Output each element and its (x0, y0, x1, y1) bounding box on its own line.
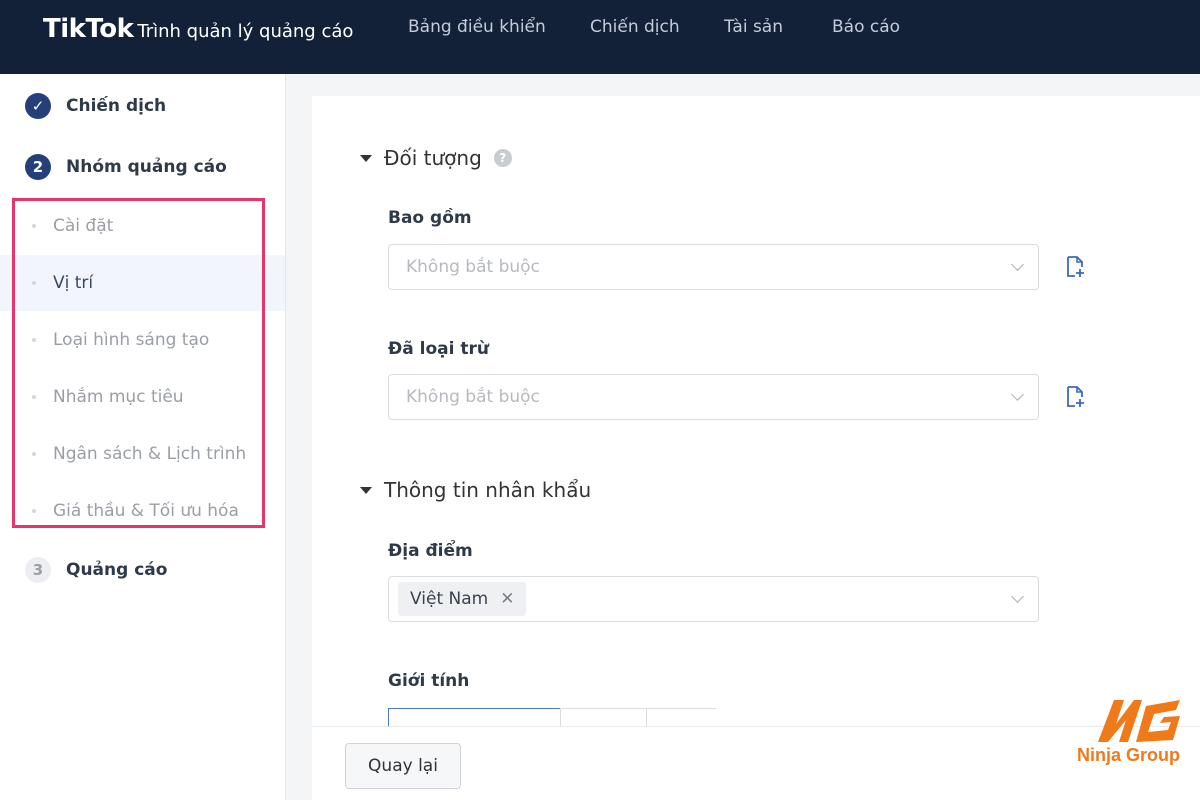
nav-dashboard[interactable]: Bảng điều khiển (408, 17, 546, 37)
demographics-section-header[interactable]: Thông tin nhân khẩu (360, 478, 591, 502)
form-footer: Quay lại (312, 726, 1200, 800)
add-file-icon[interactable] (1064, 255, 1086, 279)
help-icon[interactable]: ? (493, 149, 512, 167)
step-ad-group[interactable]: 2 Nhóm quảng cáo (25, 154, 227, 180)
section-title: Thông tin nhân khẩu (384, 478, 592, 502)
tag-label: Việt Nam (410, 589, 489, 609)
watermark-text: Ninja Group (1077, 745, 1180, 765)
caret-down-icon (360, 486, 372, 494)
location-select[interactable]: Việt Nam ✕ (388, 576, 1039, 622)
check-icon: ✓ (25, 93, 51, 119)
substep-label: Cài đặt (53, 216, 114, 236)
chevron-down-icon (1011, 258, 1024, 271)
chevron-down-icon (1011, 590, 1024, 603)
nav-campaigns[interactable]: Chiến dịch (590, 17, 680, 37)
campaign-steps-sidebar: ✓ Chiến dịch 2 Nhóm quảng cáo Cài đặt Vị… (0, 74, 286, 800)
chevron-down-icon (1011, 388, 1024, 401)
step-campaign[interactable]: ✓ Chiến dịch (25, 93, 166, 119)
bullet-icon (32, 224, 36, 228)
bullet-icon (32, 452, 36, 456)
step-label: Chiến dịch (66, 96, 167, 116)
step-ads[interactable]: 3 Quảng cáo (25, 557, 167, 583)
step-label: Quảng cáo (66, 560, 168, 580)
brand[interactable]: TikTok Trình quản lý quảng cáo (43, 14, 353, 44)
bullet-icon (32, 338, 36, 342)
substep-label: Loại hình sáng tạo (53, 330, 210, 350)
substep-creative-type[interactable]: Loại hình sáng tạo (0, 312, 285, 368)
gender-label: Giới tính (388, 671, 470, 691)
bullet-icon (32, 509, 36, 513)
location-tag: Việt Nam ✕ (398, 582, 527, 616)
ad-group-form: Đối tượng ? Bao gồm Không bắt buộc Đã lo… (312, 96, 1200, 728)
include-audience-select[interactable]: Không bắt buộc (388, 244, 1039, 290)
substep-label: Giá thầu & Tối ưu hóa (53, 501, 239, 521)
substep-label: Vị trí (53, 273, 94, 293)
back-button[interactable]: Quay lại (345, 743, 461, 789)
substep-bidding-optimization[interactable]: Giá thầu & Tối ưu hóa (0, 483, 285, 539)
add-file-icon[interactable] (1064, 385, 1086, 409)
step-number-badge: 3 (25, 557, 51, 583)
tiktok-logo: TikTok (43, 14, 134, 44)
step-label: Nhóm quảng cáo (66, 157, 227, 177)
gender-option[interactable] (388, 708, 561, 728)
nav-reports[interactable]: Báo cáo (832, 17, 900, 37)
exclude-label: Đã loại trừ (388, 339, 489, 359)
audience-section-header[interactable]: Đối tượng ? (360, 146, 512, 170)
include-label: Bao gồm (388, 208, 472, 228)
step-number-badge: 2 (25, 154, 51, 180)
select-placeholder: Không bắt buộc (406, 257, 540, 277)
substep-settings[interactable]: Cài đặt (0, 198, 285, 254)
gender-segmented-control (388, 708, 716, 728)
substep-placement[interactable]: Vị trí (0, 255, 285, 311)
gender-option[interactable] (646, 708, 716, 728)
bullet-icon (32, 281, 36, 285)
close-icon[interactable]: ✕ (500, 589, 514, 609)
app-subtitle: Trình quản lý quảng cáo (137, 21, 354, 42)
top-navigation-bar: TikTok Trình quản lý quảng cáo Bảng điều… (0, 0, 1200, 74)
substep-label: Nhắm mục tiêu (53, 387, 184, 407)
caret-down-icon (360, 154, 372, 162)
substep-label: Ngân sách & Lịch trình (53, 444, 247, 464)
select-placeholder: Không bắt buộc (406, 387, 540, 407)
section-title: Đối tượng (384, 146, 482, 170)
substep-budget-schedule[interactable]: Ngân sách & Lịch trình (0, 426, 285, 482)
gender-option[interactable] (560, 708, 647, 728)
substep-targeting[interactable]: Nhắm mục tiêu (0, 369, 285, 425)
location-label: Địa điểm (388, 541, 473, 561)
nav-assets[interactable]: Tài sản (724, 17, 783, 37)
bullet-icon (32, 395, 36, 399)
exclude-audience-select[interactable]: Không bắt buộc (388, 374, 1039, 420)
